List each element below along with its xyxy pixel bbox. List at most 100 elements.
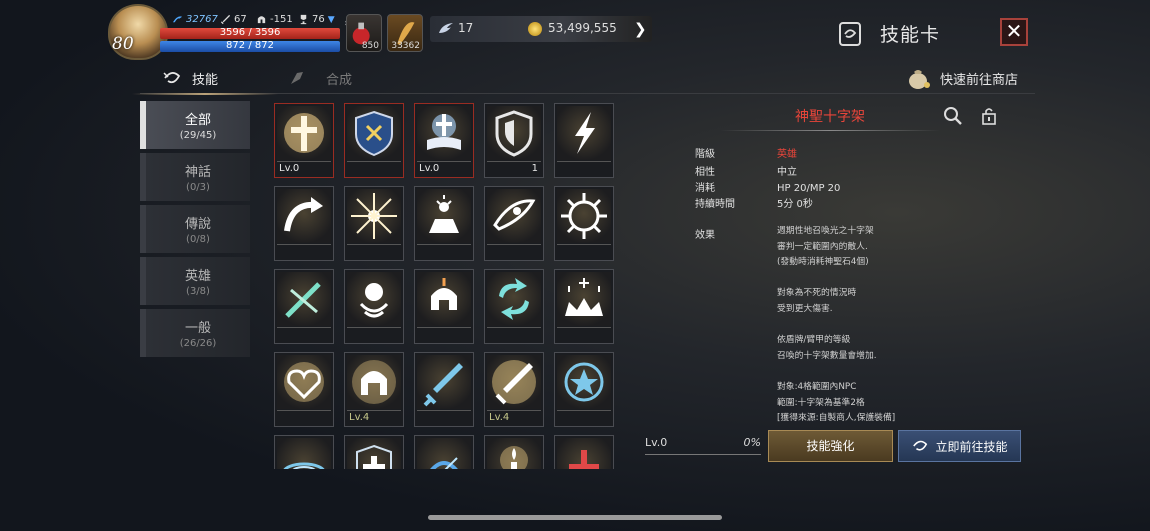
chevron-right-icon[interactable]: ❯	[634, 20, 647, 38]
effect-description: 週期性地召喚光之十字架 審判一定範圍內的敵人. (發動時消耗神聖石4個) 對象為不死的…	[777, 224, 977, 427]
rarity-filter-1[interactable]: 神話 (0/3)	[140, 153, 250, 201]
skill-card[interactable]	[554, 186, 614, 261]
skill-card[interactable]	[554, 103, 614, 178]
card-label-bar: 1	[487, 161, 541, 176]
rarity-count: (0/3)	[186, 182, 210, 193]
mp-bar: 872 / 872	[160, 40, 340, 52]
home-indicator[interactable]	[428, 515, 722, 520]
skill-card[interactable]	[554, 435, 614, 469]
rarity-filter-3[interactable]: 英雄 (3/8)	[140, 257, 250, 305]
skill-card[interactable]: 1	[484, 103, 544, 178]
potion-1-count: 850	[361, 41, 379, 51]
attr-value: 5分 0秒	[777, 199, 813, 210]
top-hud: 80 32767 67 -151 76 ▼ 3596 / 3596 872 / …	[0, 0, 1150, 62]
effect-line: 週期性地召喚光之十字架	[777, 226, 874, 236]
tab-bar: 技能 合成 快速前往商店	[131, 62, 1035, 95]
skill-card[interactable]	[554, 269, 614, 344]
skill-card[interactable]	[274, 352, 334, 427]
rarity-filter-0[interactable]: 全部 (29/45)	[140, 101, 250, 149]
star-sun-icon	[557, 355, 611, 409]
skill-card[interactable]	[554, 352, 614, 427]
search-icon[interactable]	[943, 106, 963, 126]
attr-key: 持續時間	[695, 199, 735, 210]
skill-card[interactable]	[414, 269, 474, 344]
skill-swirl-icon	[913, 440, 928, 451]
helmet-stat-icon	[257, 16, 266, 24]
effect-line: 召喚的十字架數量會增加.	[777, 350, 877, 361]
card-level: Lv.0	[279, 163, 300, 174]
card-label-bar	[347, 327, 401, 342]
potion-2-count: 33362	[391, 41, 420, 51]
skill-card[interactable]	[414, 186, 474, 261]
rarity-name: 一般	[184, 321, 211, 336]
rarity-filter-4[interactable]: 一般 (26/26)	[140, 309, 250, 357]
skill-card[interactable]	[484, 186, 544, 261]
page-title: 技能卡	[880, 24, 941, 46]
skill-card[interactable]	[414, 435, 474, 469]
sunburst-icon	[557, 189, 611, 243]
skill-card[interactable]	[484, 269, 544, 344]
card-label-bar	[557, 327, 611, 342]
effect-line	[777, 318, 977, 334]
attr-value: HP 20/MP 20	[777, 183, 841, 194]
ring-portal-icon	[277, 438, 331, 469]
tab-skills[interactable]: 技能	[131, 62, 279, 95]
skill-card[interactable]: Lv.0	[414, 103, 474, 178]
skill-card[interactable]: Lv.4	[344, 352, 404, 427]
gold-coin-icon	[528, 22, 542, 36]
skill-card[interactable]	[274, 269, 334, 344]
rarity-count: (3/8)	[186, 286, 210, 297]
money-bag-icon	[909, 70, 930, 89]
attr-row-rank: 階級 英雄	[695, 145, 797, 160]
rarity-filter-2[interactable]: 傳說 (0/8)	[140, 205, 250, 253]
skill-card[interactable]	[274, 186, 334, 261]
goto-skill-label: 立即前往技能	[935, 439, 1008, 454]
goto-skill-button[interactable]: 立即前往技能	[898, 430, 1021, 462]
rarity-count: (0/8)	[186, 234, 210, 245]
attr-value: 英雄	[777, 149, 797, 160]
card-label-bar	[277, 410, 331, 425]
skill-card-icon	[839, 21, 861, 46]
eye-icon	[487, 189, 541, 243]
skill-card[interactable]	[414, 352, 474, 427]
attr-row-duration: 持續時間 5分 0秒	[695, 195, 813, 210]
power-stat: 32767	[172, 14, 218, 25]
tab-craft[interactable]: 合成	[288, 62, 352, 94]
curved-arrow-icon	[277, 189, 331, 243]
card-label-bar: Lv.0	[417, 161, 471, 176]
potion-slot-1[interactable]: 850	[346, 14, 382, 52]
helmet-icon	[417, 272, 471, 326]
defense-stat: -151	[256, 14, 293, 25]
skill-card[interactable]	[274, 435, 334, 469]
rarity-filter-list: 全部 (29/45) 神話 (0/3) 傳說 (0/8) 英雄 (3/8) 一般 (26/26)	[140, 101, 252, 361]
window-title: 技能卡	[838, 20, 940, 47]
card-label-bar: Lv.4	[347, 410, 401, 425]
skill-card[interactable]	[344, 103, 404, 178]
skill-card[interactable]	[484, 435, 544, 469]
sparkle-crown-icon	[557, 272, 611, 326]
attr-key: 消耗	[695, 183, 715, 194]
shield-emblem-icon	[347, 106, 401, 160]
skill-card[interactable]	[344, 269, 404, 344]
potion-slot-2[interactable]: 33362	[387, 14, 423, 52]
skill-card[interactable]	[344, 435, 404, 469]
close-button[interactable]: ✕	[1000, 18, 1028, 46]
quick-shop-button[interactable]: 快速前往商店	[906, 66, 1018, 90]
candle-icon	[487, 438, 541, 469]
tab-craft-label: 合成	[326, 72, 353, 88]
attr-key: 相性	[695, 167, 715, 178]
skill-card[interactable]	[344, 186, 404, 261]
skill-card[interactable]: Lv.4	[484, 352, 544, 427]
lock-icon[interactable]	[980, 106, 998, 126]
card-label-bar	[417, 327, 471, 342]
rarity-count: (26/26)	[179, 338, 217, 349]
effect-line: 對象為不死的情況時	[777, 288, 857, 299]
skill-card[interactable]: Lv.0	[274, 103, 334, 178]
holy-cross-icon	[277, 106, 331, 160]
card-label-bar	[487, 244, 541, 259]
card-label-bar	[557, 161, 611, 176]
blue-arc-icon	[417, 438, 471, 469]
enhance-skill-button[interactable]: 技能強化	[768, 430, 893, 462]
skill-level: Lv.0	[645, 436, 668, 449]
effect-line: 範圍:十字架為基準2格	[777, 397, 865, 408]
